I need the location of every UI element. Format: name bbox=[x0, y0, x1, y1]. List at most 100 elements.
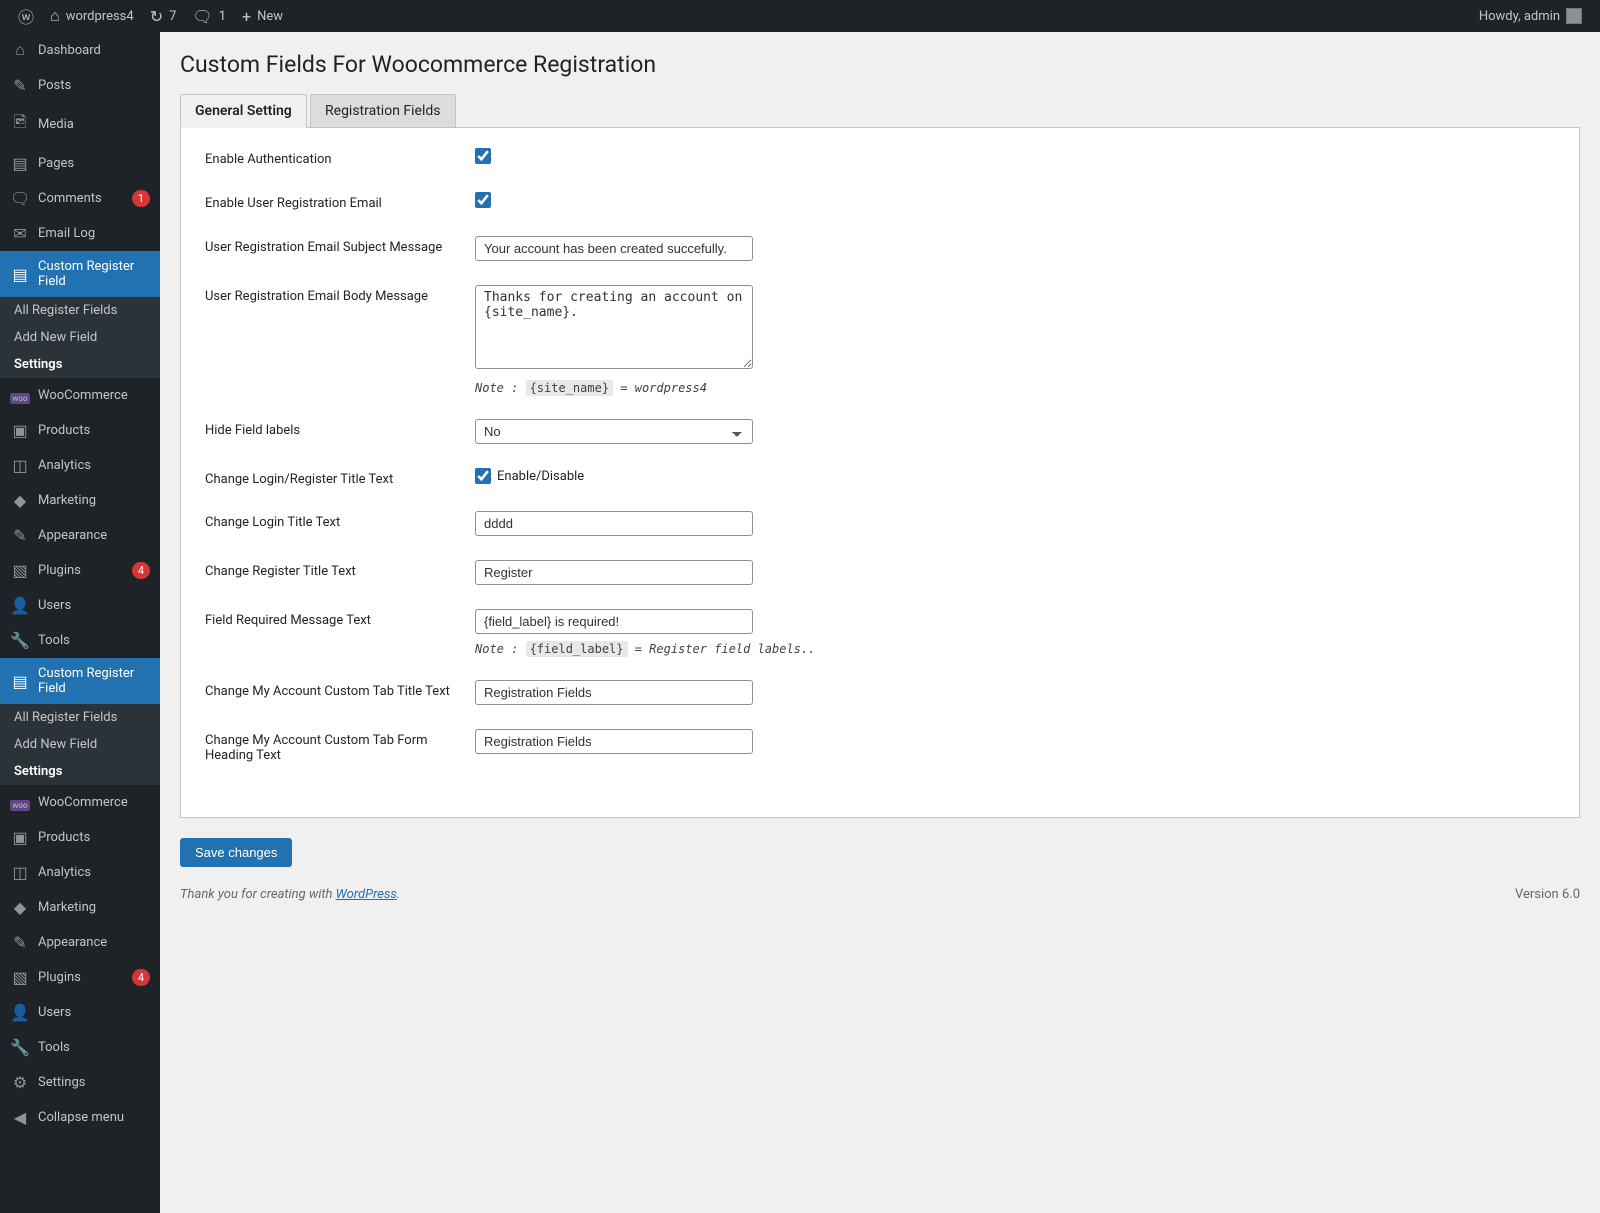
sidebar-item-woocommerce[interactable]: wooWooCommerce bbox=[0, 785, 160, 820]
sidebar-item-label: Comments bbox=[38, 191, 124, 206]
sidebar-item-tools[interactable]: 🔧Tools bbox=[0, 1030, 160, 1065]
sidebar-item-plugins[interactable]: ▧Plugins4 bbox=[0, 960, 160, 995]
enable-email-checkbox[interactable] bbox=[475, 192, 491, 208]
account-link[interactable]: Howdy, admin bbox=[1471, 0, 1590, 32]
sidebar-item-posts[interactable]: ✎Posts bbox=[0, 68, 160, 103]
sidebar-item-plugins[interactable]: ▧Plugins4 bbox=[0, 553, 160, 588]
plugins-icon: ▧ bbox=[10, 968, 30, 987]
collapse-menu[interactable]: ◀ Collapse menu bbox=[0, 1100, 160, 1135]
new-label: New bbox=[257, 9, 283, 24]
badge: 4 bbox=[132, 562, 150, 579]
sidebar-item-label: Analytics bbox=[38, 865, 150, 880]
register-title-input[interactable] bbox=[475, 560, 753, 585]
submenu-item-all-register-fields[interactable]: All Register Fields bbox=[0, 297, 160, 324]
tab-heading-input[interactable] bbox=[475, 729, 753, 754]
avatar-icon bbox=[1566, 8, 1582, 24]
sidebar-item-appearance[interactable]: ✎Appearance bbox=[0, 925, 160, 960]
body-textarea[interactable]: Thanks for creating an account on {site_… bbox=[475, 285, 753, 369]
sidebar-item-label: WooCommerce bbox=[38, 388, 150, 403]
collapse-icon: ◀ bbox=[10, 1108, 30, 1127]
marketing-icon: ◆ bbox=[10, 491, 30, 510]
sidebar-item-analytics[interactable]: ◫ Analytics bbox=[0, 448, 160, 483]
sidebar-item-label: Email Log bbox=[38, 226, 150, 241]
subject-label: User Registration Email Subject Message bbox=[205, 236, 475, 255]
enable-auth-checkbox[interactable] bbox=[475, 148, 491, 164]
howdy-label: Howdy, admin bbox=[1479, 9, 1560, 24]
sidebar-item-users[interactable]: 👤Users bbox=[0, 995, 160, 1030]
submenu-item-add-new-field[interactable]: Add New Field bbox=[0, 324, 160, 351]
custom-register-field-icon: ▤ bbox=[10, 672, 30, 691]
tab-registration-fields[interactable]: Registration Fields bbox=[310, 94, 455, 128]
sidebar-item-dashboard[interactable]: ⌂Dashboard bbox=[0, 32, 160, 68]
sidebar-item-settings[interactable]: ⚙Settings bbox=[0, 1065, 160, 1100]
sidebar-item-custom-register-field[interactable]: ▤ Custom Register Field bbox=[0, 658, 160, 704]
sidebar-item-comments[interactable]: 🗨Comments1 bbox=[0, 181, 160, 216]
sidebar-item-label: WooCommerce bbox=[38, 795, 150, 810]
sidebar-item-custom-register-field[interactable]: ▤ Custom Register Field bbox=[0, 251, 160, 297]
settings-icon: ⚙ bbox=[10, 1073, 30, 1092]
change-title-label: Change Login/Register Title Text bbox=[205, 468, 475, 487]
comments-link[interactable]: 🗨1 bbox=[184, 0, 234, 32]
sidebar-item-label: Users bbox=[38, 598, 150, 613]
wp-logo[interactable]: ⓦ bbox=[10, 0, 42, 32]
settings-panel: Enable Authentication Enable User Regist… bbox=[180, 128, 1580, 818]
hide-labels-select[interactable]: No bbox=[475, 419, 753, 444]
footer-thank-suffix: . bbox=[397, 887, 400, 902]
tab-title-input[interactable] bbox=[475, 680, 753, 705]
badge: 4 bbox=[132, 969, 150, 986]
footer-wordpress-link[interactable]: WordPress bbox=[336, 887, 397, 902]
sidebar-item-users[interactable]: 👤Users bbox=[0, 588, 160, 623]
sidebar-item-marketing[interactable]: ◆Marketing bbox=[0, 483, 160, 518]
custom-register-field-icon: ▤ bbox=[10, 265, 30, 284]
sidebar-item-label: Appearance bbox=[38, 935, 150, 950]
sidebar-item-label: Products bbox=[38, 423, 150, 438]
change-title-checkbox[interactable] bbox=[475, 468, 491, 484]
submenu-item-all-register-fields[interactable]: All Register Fields bbox=[0, 704, 160, 731]
change-title-checkbox-label: Enable/Disable bbox=[497, 469, 584, 484]
sidebar-item-woocommerce[interactable]: woo WooCommerce bbox=[0, 378, 160, 413]
pages-icon: ▤ bbox=[10, 154, 30, 173]
subject-input[interactable] bbox=[475, 236, 753, 261]
posts-icon: ✎ bbox=[10, 76, 30, 95]
plus-icon: + bbox=[242, 7, 251, 26]
login-title-input[interactable] bbox=[475, 511, 753, 536]
sidebar-item-label: Custom Register Field bbox=[38, 666, 150, 696]
sidebar-item-marketing[interactable]: ◆Marketing bbox=[0, 890, 160, 925]
tools-icon: 🔧 bbox=[10, 1038, 30, 1057]
site-name-label: wordpress4 bbox=[66, 9, 134, 24]
sidebar-item-label: Dashboard bbox=[38, 43, 150, 58]
analytics-icon: ◫ bbox=[10, 456, 30, 475]
comment-icon: 🗨 bbox=[192, 7, 212, 26]
submenu-item-settings[interactable]: Settings bbox=[0, 351, 160, 378]
updates-link[interactable]: ↻7 bbox=[142, 0, 185, 32]
sidebar-item-email-log[interactable]: ✉Email Log bbox=[0, 216, 160, 251]
sidebar-item-appearance[interactable]: ✎ Appearance bbox=[0, 518, 160, 553]
appearance-icon: ✎ bbox=[10, 526, 30, 545]
collapse-label: Collapse menu bbox=[38, 1110, 150, 1125]
sidebar-item-products[interactable]: ▣Products bbox=[0, 820, 160, 855]
save-button[interactable]: Save changes bbox=[180, 838, 292, 867]
tab-general-setting[interactable]: General Setting bbox=[180, 94, 307, 128]
sidebar-item-media[interactable]: 🖻Media bbox=[0, 103, 160, 146]
sidebar-item-label: Custom Register Field bbox=[38, 259, 150, 289]
submenu-item-add-new-field[interactable]: Add New Field bbox=[0, 731, 160, 758]
sidebar-item-tools[interactable]: 🔧Tools bbox=[0, 623, 160, 658]
required-msg-input[interactable] bbox=[475, 609, 753, 634]
submenu-item-settings[interactable]: Settings bbox=[0, 758, 160, 785]
woocommerce-icon: woo bbox=[10, 386, 30, 405]
media-icon: 🖻 bbox=[10, 111, 30, 138]
sidebar-item-products[interactable]: ▣Products bbox=[0, 413, 160, 448]
sidebar-item-label: Appearance bbox=[38, 528, 150, 543]
sidebar-item-pages[interactable]: ▤ Pages bbox=[0, 146, 160, 181]
tab-title-label: Change My Account Custom Tab Title Text bbox=[205, 680, 475, 699]
page-title: Custom Fields For Woocommerce Registrati… bbox=[180, 42, 1580, 82]
new-link[interactable]: + New bbox=[234, 0, 291, 32]
updates-count: 7 bbox=[169, 9, 176, 24]
submenu: All Register FieldsAdd New FieldSettings bbox=[0, 704, 160, 785]
site-link[interactable]: ⌂wordpress4 bbox=[42, 0, 142, 32]
users-icon: 👤 bbox=[10, 1003, 30, 1022]
sidebar-item-analytics[interactable]: ◫Analytics bbox=[0, 855, 160, 890]
sidebar-item-label: Analytics bbox=[38, 458, 150, 473]
sidebar-item-label: Pages bbox=[38, 156, 150, 171]
products-icon: ▣ bbox=[10, 828, 30, 847]
